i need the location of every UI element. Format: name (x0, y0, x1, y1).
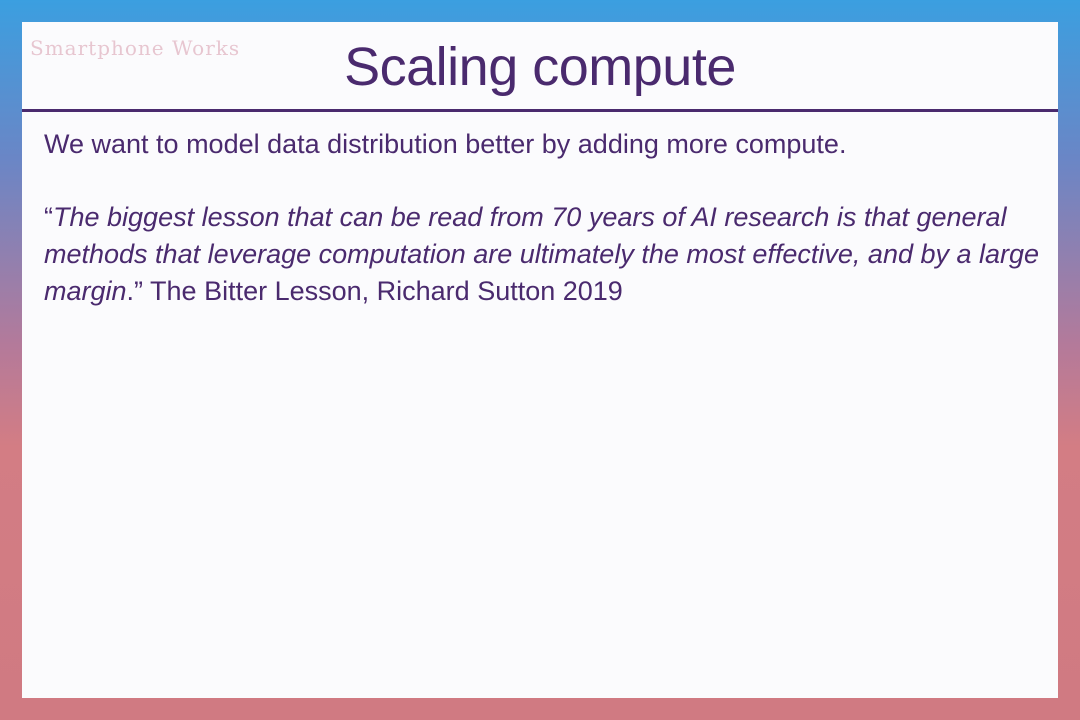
quote-paragraph: “The biggest lesson that can be read fro… (44, 199, 1058, 310)
quote-close-mark: .” (126, 276, 144, 306)
title-divider (22, 109, 1058, 112)
intro-text: We want to model data distribution bette… (44, 129, 847, 159)
quote-attribution: The Bitter Lesson, Richard Sutton 2019 (143, 276, 623, 306)
slide-title: Scaling compute (344, 37, 736, 97)
quote-open-mark: “ (44, 202, 53, 232)
slide-body: We want to model data distribution bette… (44, 126, 1058, 310)
slide: Smartphone Works Scaling compute We want… (22, 22, 1058, 698)
